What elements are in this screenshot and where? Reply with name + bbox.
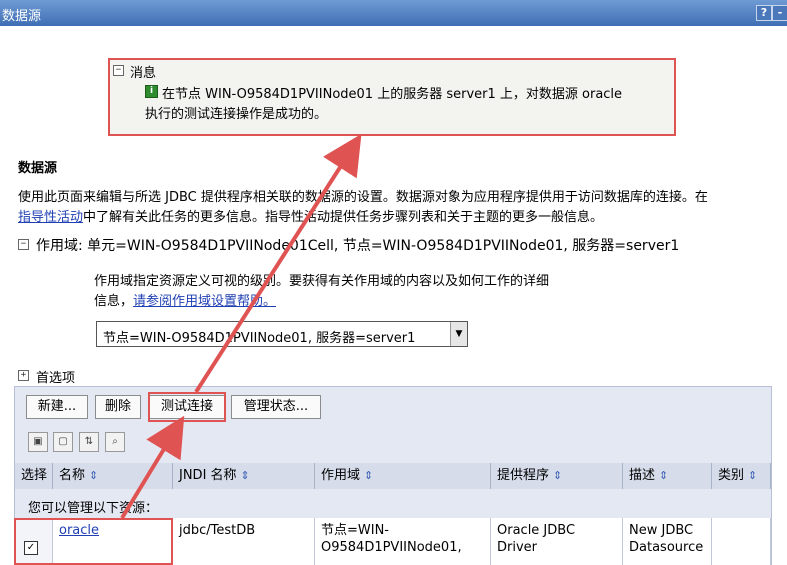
arrow-to-test-button [120, 415, 185, 520]
annotation-arrows [120, 133, 362, 520]
arrow-to-message [194, 133, 362, 394]
